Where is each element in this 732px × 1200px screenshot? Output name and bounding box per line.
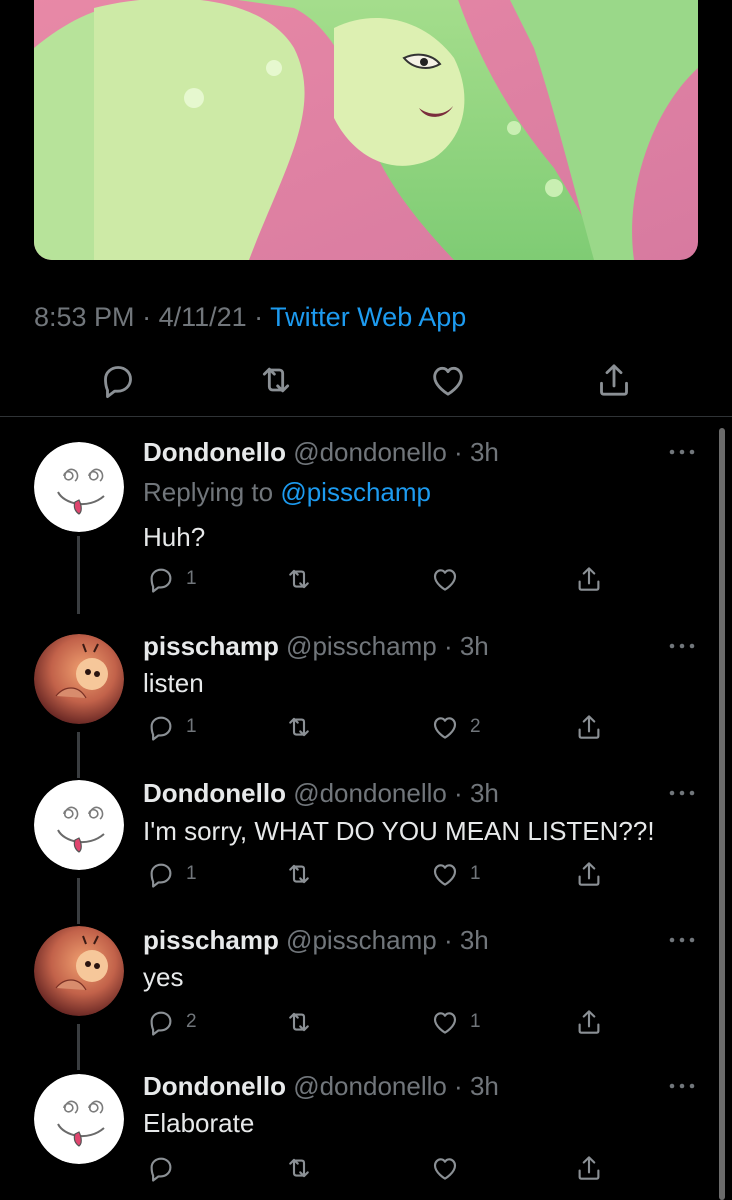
like-icon[interactable] — [428, 360, 468, 400]
tweet-date: 4/11/21 — [158, 302, 247, 332]
retweet-button[interactable] — [284, 1152, 314, 1184]
tweet-text: yes — [143, 962, 184, 992]
handle-and-time: @pisschamp · 3h — [278, 631, 489, 661]
divider — [0, 416, 732, 417]
reply-button[interactable] — [146, 1152, 176, 1184]
retweet-icon — [284, 712, 314, 742]
tweet-text: Elaborate — [143, 1108, 255, 1138]
reply-button[interactable]: 1 — [146, 563, 197, 595]
handle-and-time: @dondonello · 3h — [285, 778, 499, 808]
share-icon — [574, 712, 604, 742]
retweet-icon — [284, 1007, 314, 1037]
display-name[interactable]: Dondonello — [143, 778, 286, 808]
display-name[interactable]: pisschamp — [143, 631, 279, 661]
illustration-graphic — [34, 0, 698, 260]
handle-and-time: @dondonello · 3h — [285, 1071, 499, 1101]
reply-count: 1 — [186, 568, 197, 589]
retweet-icon — [284, 1153, 314, 1183]
handle-and-time: @pisschamp · 3h — [278, 925, 489, 955]
share-icon — [574, 1007, 604, 1037]
share-button[interactable] — [574, 563, 604, 595]
like-icon — [430, 564, 460, 594]
thread-connector — [77, 732, 80, 778]
retweet-button[interactable] — [284, 711, 314, 743]
reply-icon — [146, 1153, 176, 1183]
reply-count: 1 — [186, 863, 197, 884]
reply-button[interactable]: 1 — [146, 858, 197, 890]
share-icon — [574, 1153, 604, 1183]
retweet-icon — [284, 564, 314, 594]
tweet-text: Huh? — [143, 522, 206, 552]
like-button[interactable]: 1 — [430, 1006, 481, 1038]
reply-button[interactable]: 2 — [146, 1006, 197, 1038]
like-icon — [430, 1007, 460, 1037]
like-count: 1 — [470, 1011, 481, 1032]
like-button[interactable] — [430, 563, 460, 595]
retweet-button[interactable] — [284, 1006, 314, 1038]
retweet-button[interactable] — [284, 858, 314, 890]
like-icon — [430, 859, 460, 889]
more-icon[interactable] — [668, 447, 696, 457]
meta-separator: · — [134, 302, 159, 332]
avatar[interactable] — [34, 442, 124, 532]
more-icon[interactable] — [668, 641, 696, 651]
reply-icon — [146, 564, 176, 594]
like-icon — [430, 712, 460, 742]
display-name[interactable]: Dondonello — [143, 437, 286, 467]
avatar[interactable] — [34, 780, 124, 870]
reply-icon — [146, 1007, 176, 1037]
more-icon[interactable] — [668, 1081, 696, 1091]
tweet-action-bar — [0, 360, 732, 400]
more-icon[interactable] — [668, 935, 696, 945]
retweet-icon[interactable] — [256, 360, 296, 400]
reply-icon — [146, 712, 176, 742]
tweet-time: 8:53 PM — [34, 302, 135, 332]
thread-connector — [77, 536, 80, 614]
thread-connector — [77, 1024, 80, 1070]
handle-and-time: @dondonello · 3h — [285, 437, 499, 467]
like-count: 2 — [470, 716, 481, 737]
reply-icon — [146, 859, 176, 889]
tweet-text: listen — [143, 668, 204, 698]
reply-count: 2 — [186, 1011, 197, 1032]
like-icon — [430, 1153, 460, 1183]
reply-count: 1 — [186, 716, 197, 737]
share-icon — [574, 564, 604, 594]
avatar[interactable] — [34, 634, 124, 724]
like-button[interactable]: 1 — [430, 858, 481, 890]
scrollbar[interactable] — [719, 428, 725, 1200]
tweet-meta-line: 8:53 PM · 4/11/21 · Twitter Web App — [34, 302, 466, 333]
reply-icon[interactable] — [98, 360, 138, 400]
retweet-icon — [284, 859, 314, 889]
meta-separator: · — [246, 302, 271, 332]
tweet-media-image[interactable] — [34, 0, 698, 260]
share-button[interactable] — [574, 711, 604, 743]
replying-to-line: Replying to @pisschamp — [143, 477, 431, 507]
retweet-button[interactable] — [284, 563, 314, 595]
tweet-source-link[interactable]: Twitter Web App — [270, 302, 466, 332]
share-icon — [574, 859, 604, 889]
share-icon[interactable] — [594, 360, 634, 400]
display-name[interactable]: pisschamp — [143, 925, 279, 955]
display-name[interactable]: Dondonello — [143, 1071, 286, 1101]
like-button[interactable] — [430, 1152, 460, 1184]
avatar[interactable] — [34, 1074, 124, 1164]
share-button[interactable] — [574, 1006, 604, 1038]
reply-button[interactable]: 1 — [146, 711, 197, 743]
like-button[interactable]: 2 — [430, 711, 481, 743]
mention-link[interactable]: @pisschamp — [280, 477, 431, 507]
tweet-text: I'm sorry, WHAT DO YOU MEAN LISTEN??! — [143, 816, 655, 846]
more-icon[interactable] — [668, 788, 696, 798]
like-count: 1 — [470, 863, 481, 884]
avatar[interactable] — [34, 926, 124, 1016]
share-button[interactable] — [574, 1152, 604, 1184]
share-button[interactable] — [574, 858, 604, 890]
thread-connector — [77, 878, 80, 924]
